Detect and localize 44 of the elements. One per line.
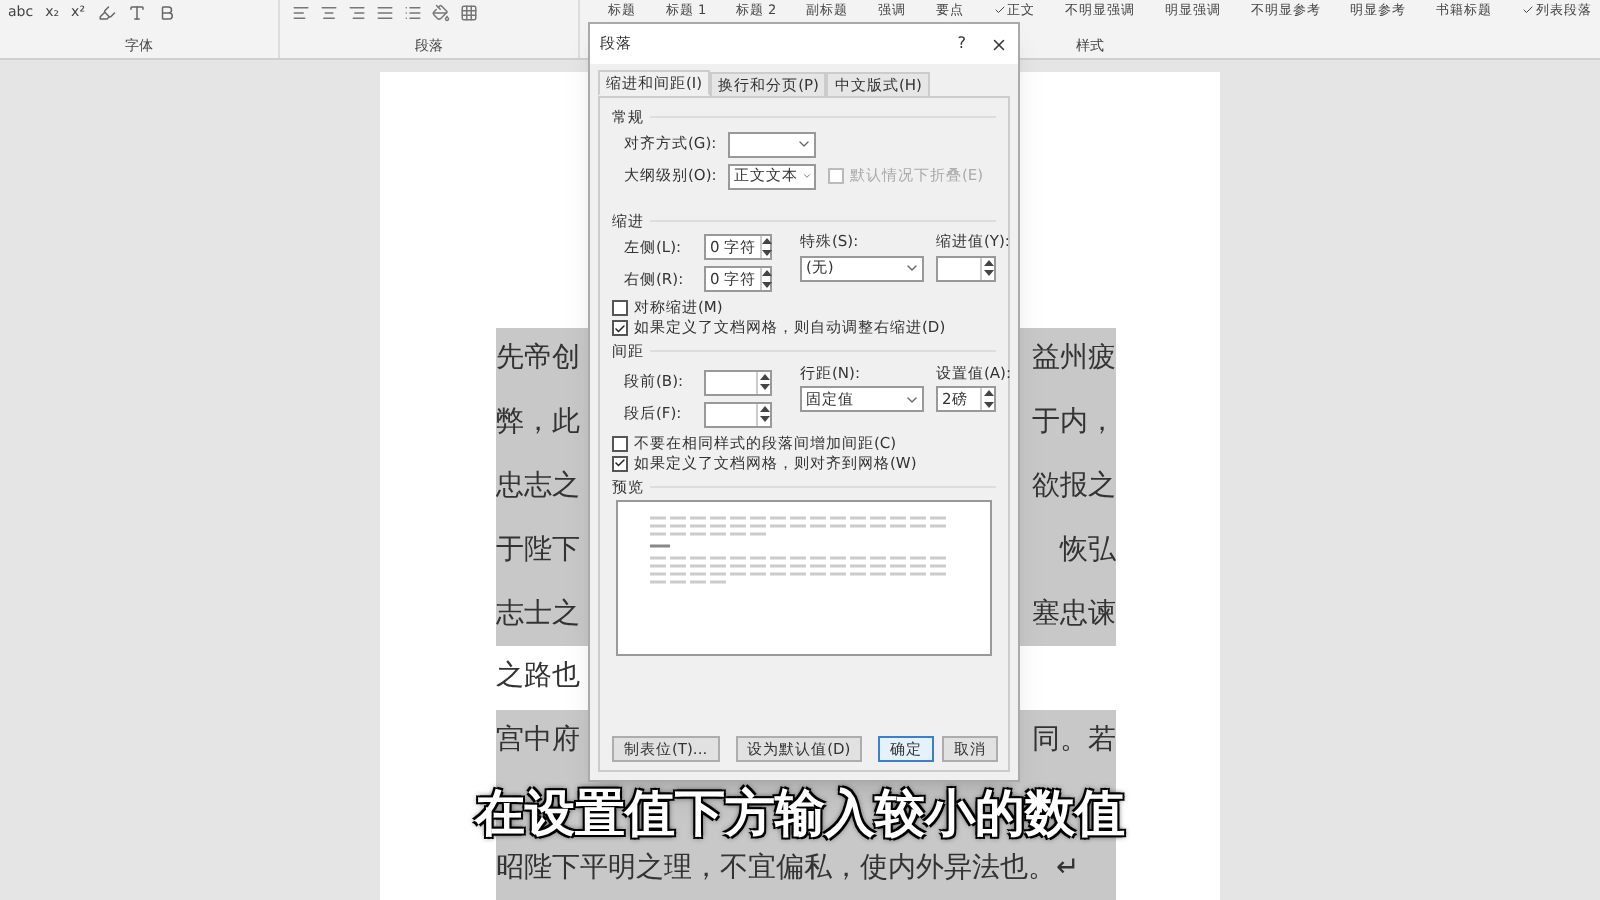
justify-icon[interactable] (376, 4, 394, 22)
spin-field[interactable] (704, 369, 772, 395)
spin-arrows-icon (760, 236, 773, 258)
document-text: 于陛下 (496, 531, 580, 570)
spin-arrows-icon (980, 388, 994, 410)
check-icon (1521, 4, 1534, 17)
document-text: 忠志之 (496, 467, 580, 506)
bold-icon[interactable] (157, 4, 175, 22)
document-text: 宫中府 (496, 722, 580, 761)
align-center-icon[interactable] (320, 4, 338, 22)
dropdown[interactable] (728, 131, 816, 157)
align-right-icon[interactable] (348, 4, 366, 22)
close-icon[interactable] (990, 35, 1008, 53)
document-text: 昭陛下平明之理，不宜偏私，使内外异法也。↵ (496, 849, 1080, 888)
help-button[interactable]: ? (957, 32, 966, 56)
checkbox[interactable] (612, 300, 628, 316)
chevron-down-icon (904, 260, 920, 276)
document-text: 恢弘 (1060, 531, 1116, 570)
text-color-icon[interactable] (127, 4, 145, 22)
checkbox[interactable] (612, 455, 628, 471)
document-text: 弊，此 (496, 404, 580, 443)
document-text: 益州疲 (1032, 340, 1116, 379)
document-text: 欲报之 (1032, 467, 1116, 506)
checkbox[interactable] (612, 435, 628, 451)
document-text: 塞忠谏 (1032, 595, 1116, 634)
spin-field[interactable] (936, 255, 996, 281)
grid-icon[interactable] (460, 4, 478, 22)
document-text: 先帝创 (496, 340, 580, 379)
document-text: 同。若 (1032, 722, 1116, 761)
document-text: 志士之 (496, 595, 580, 634)
list-icon[interactable] (404, 4, 422, 22)
spin-arrows-icon (756, 371, 770, 393)
document-text: 之路也 (496, 658, 580, 697)
checkbox[interactable] (612, 320, 628, 336)
highlighter-icon[interactable] (97, 4, 115, 22)
spin-arrows-icon (756, 403, 770, 425)
document-text: 于内， (1032, 404, 1116, 443)
subtitle: 在设置值下方输入较小的数值 (475, 782, 1125, 846)
align-left-icon[interactable] (292, 4, 310, 22)
spin-arrows-icon (760, 268, 773, 290)
spin-arrows-icon (980, 257, 994, 279)
paint-bucket-icon[interactable] (432, 4, 450, 22)
check-icon (993, 4, 1006, 17)
spin-field[interactable] (704, 401, 772, 427)
